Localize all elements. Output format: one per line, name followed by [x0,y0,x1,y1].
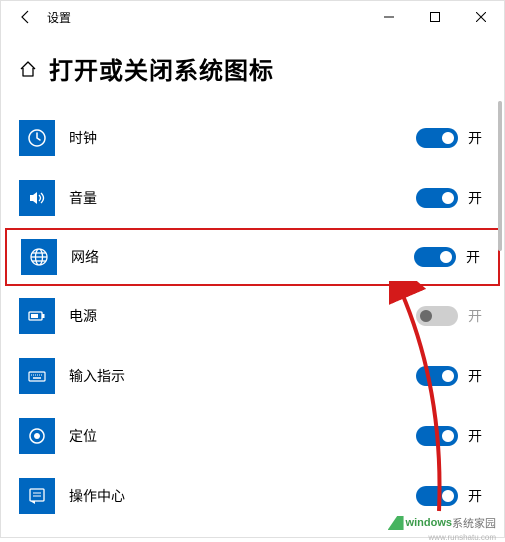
setting-row-location: 定位 开 [1,406,504,466]
setting-row-network: 网络 开 [5,228,500,286]
toggle-state: 开 [468,188,486,208]
toggle-volume[interactable] [416,188,458,208]
toggle-state: 开 [468,128,486,148]
toggle-input[interactable] [416,366,458,386]
toggle-state: 开 [468,366,486,386]
watermark: windows 系统家园 www.runshatu.com [388,515,496,531]
close-button[interactable] [458,1,504,33]
setting-label: 音量 [69,188,416,208]
toggle-wrap: 开 [416,306,486,326]
action-icon [19,478,55,514]
toggle-state: 开 [468,486,486,506]
scrollbar[interactable] [496,101,504,531]
window-title: 设置 [47,9,71,26]
input-icon [19,358,55,394]
back-button[interactable] [9,1,41,33]
minimize-button[interactable] [366,1,412,33]
location-icon [19,418,55,454]
network-icon [21,239,57,275]
power-icon [19,298,55,334]
toggle-wrap: 开 [414,247,484,267]
setting-row-input: 输入指示 开 [1,346,504,406]
watermark-brand2: 系统家园 [452,515,496,531]
setting-label: 操作中心 [69,486,416,506]
toggle-action[interactable] [416,486,458,506]
scrollbar-thumb[interactable] [498,101,502,251]
setting-label: 时钟 [69,128,416,148]
setting-row-clock: 时钟 开 [1,108,504,168]
setting-label: 电源 [69,306,416,326]
toggle-state: 开 [468,306,486,326]
home-icon[interactable] [17,58,39,80]
clock-icon [19,120,55,156]
toggle-location[interactable] [416,426,458,446]
setting-row-power: 电源 开 [1,286,504,346]
toggle-power [416,306,458,326]
setting-label: 输入指示 [69,366,416,386]
toggle-wrap: 开 [416,426,486,446]
setting-row-volume: 音量 开 [1,168,504,228]
toggle-state: 开 [468,426,486,446]
watermark-logo-icon [388,516,404,530]
toggle-clock[interactable] [416,128,458,148]
setting-label: 定位 [69,426,416,446]
volume-icon [19,180,55,216]
toggle-state: 开 [466,247,484,267]
maximize-button[interactable] [412,1,458,33]
page-title: 打开或关闭系统图标 [49,51,274,86]
toggle-network[interactable] [414,247,456,267]
watermark-brand: windows [406,517,452,529]
toggle-wrap: 开 [416,486,486,506]
toggle-wrap: 开 [416,366,486,386]
toggle-wrap: 开 [416,128,486,148]
setting-label: 网络 [71,247,414,267]
toggle-wrap: 开 [416,188,486,208]
